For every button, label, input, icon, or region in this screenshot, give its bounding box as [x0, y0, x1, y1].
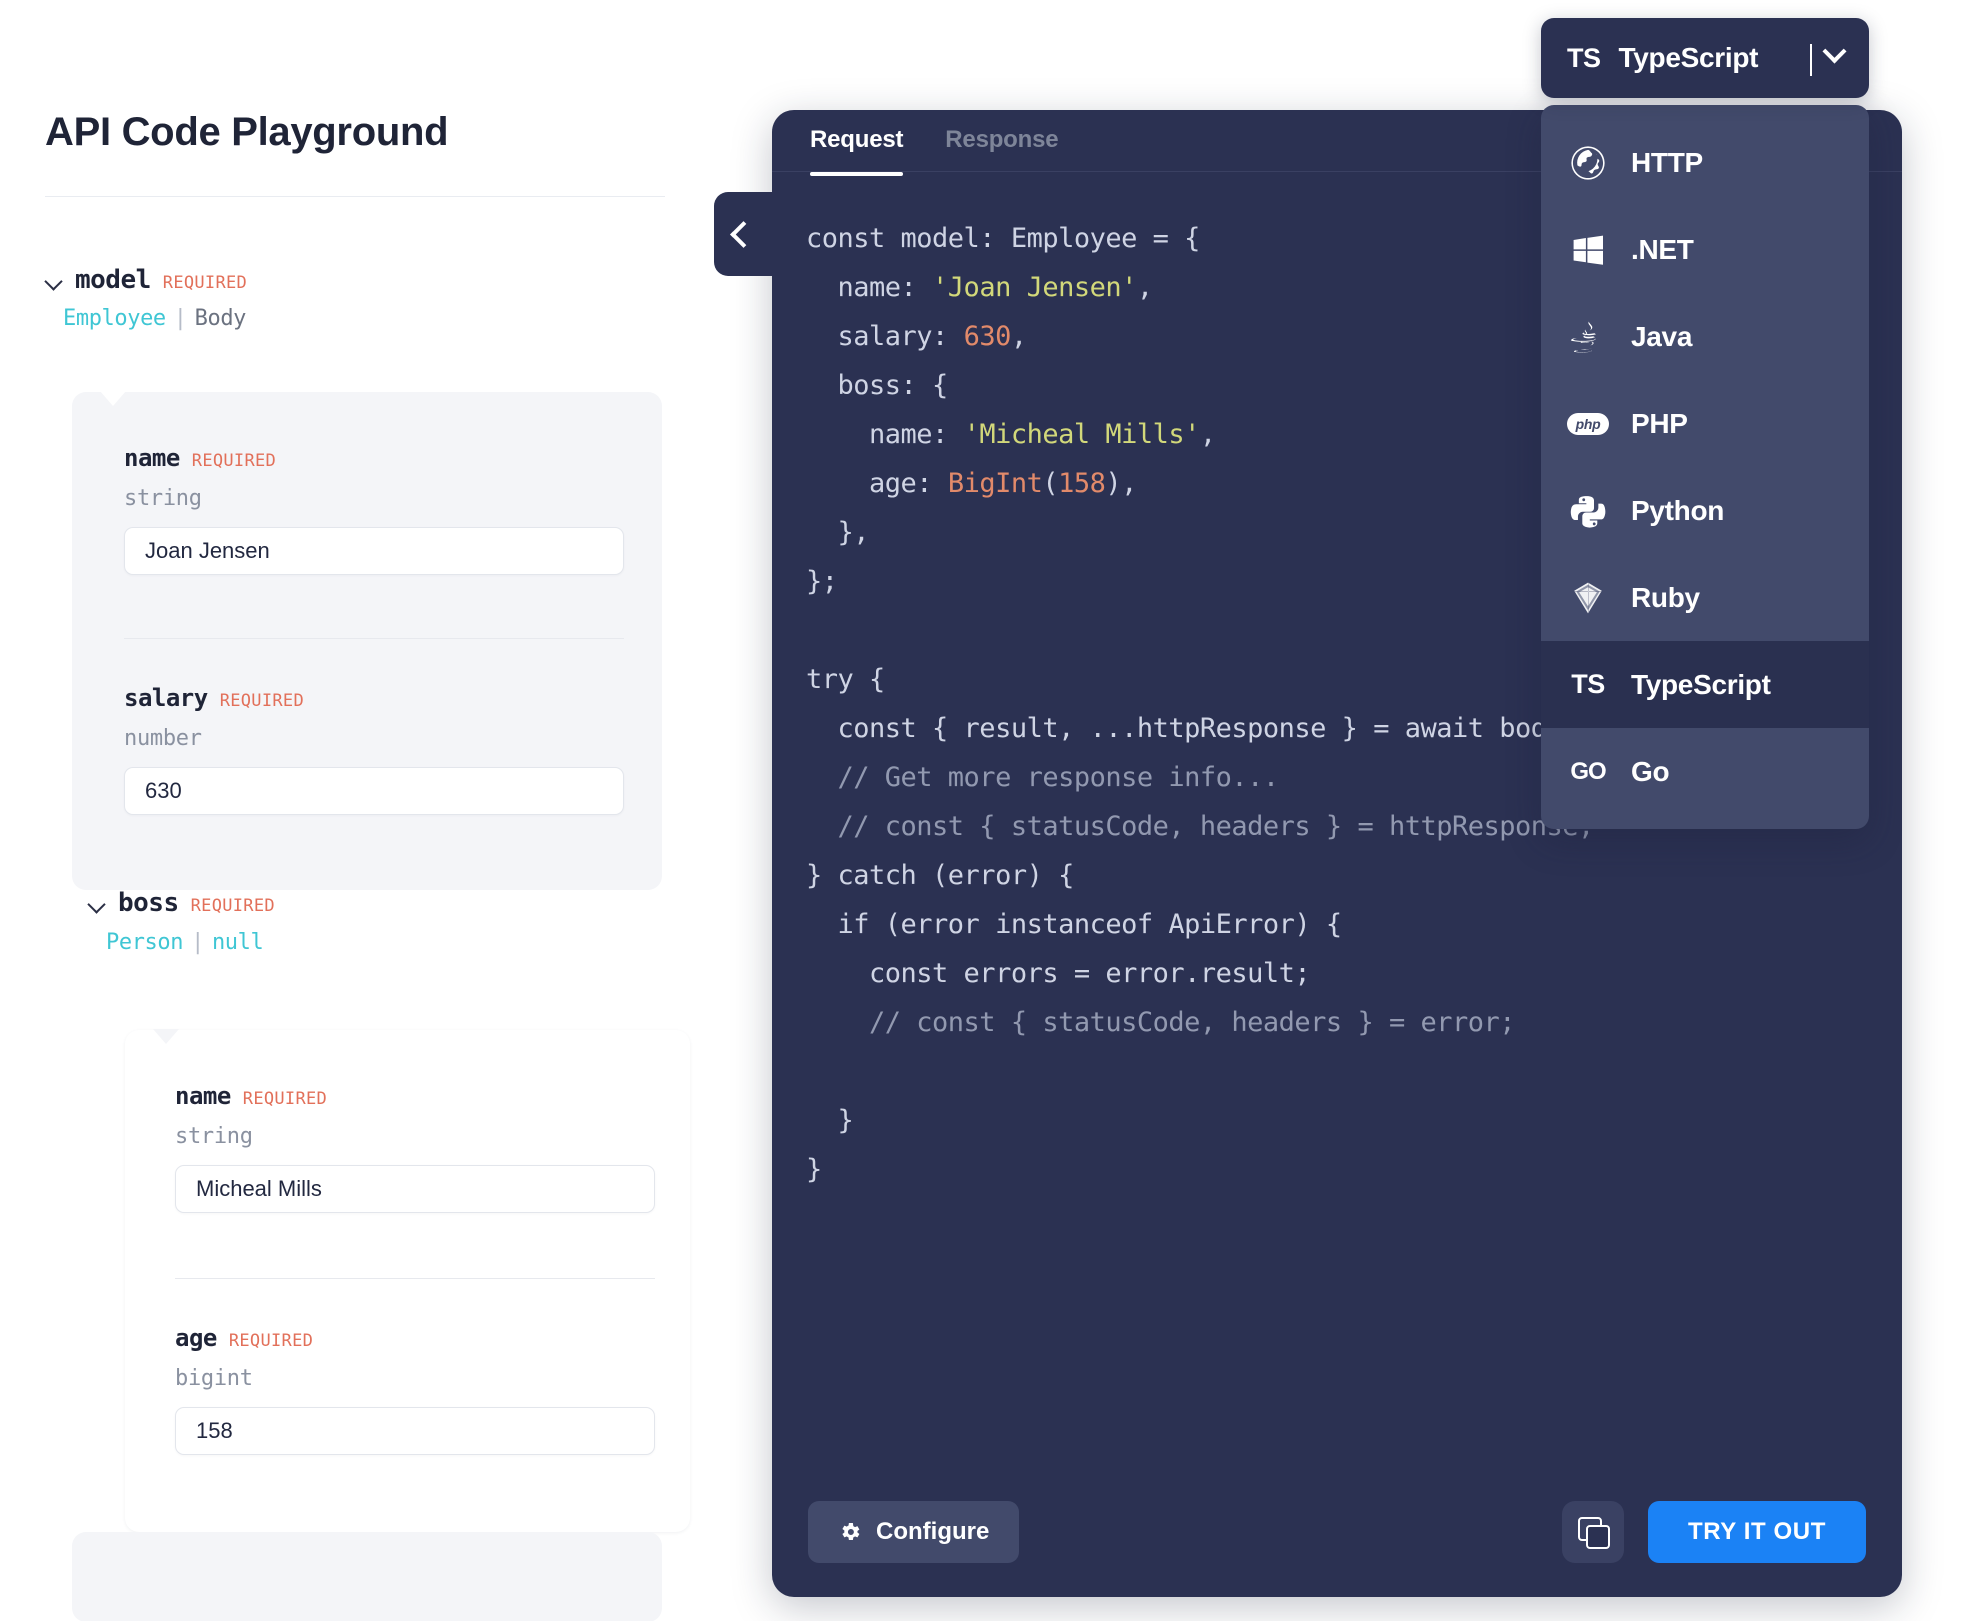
required-badge: REQUIRED	[162, 273, 248, 293]
code-line: const errors = error.result;	[806, 958, 1311, 989]
boss-type-line: Person | null	[106, 930, 264, 955]
playground-page: API Code Playground model REQUIRED Emplo…	[0, 0, 1983, 1621]
typescript-icon: TS	[1571, 669, 1605, 699]
code-panel-actions: Configure TRY IT OUT	[772, 1467, 1902, 1597]
field-name: name REQUIRED string Joan Jensen	[124, 444, 624, 575]
field-divider	[124, 638, 624, 639]
language-option-python[interactable]: Python	[1541, 467, 1869, 554]
field-label-salary: salary	[124, 684, 208, 712]
language-option-java[interactable]: Java	[1541, 293, 1869, 380]
code-line: }	[806, 1105, 854, 1136]
configure-button[interactable]: Configure	[808, 1501, 1020, 1563]
field-required-badge: REQUIRED	[219, 691, 304, 711]
boss-fields-card: name REQUIRED string Micheal Mills age R…	[125, 1029, 690, 1532]
collapse-panel-button[interactable]	[714, 192, 786, 276]
field-divider	[175, 1278, 655, 1279]
language-option-label: PHP	[1631, 407, 1688, 439]
field-required-badge: REQUIRED	[242, 1089, 328, 1109]
code-line: }	[806, 1154, 822, 1185]
typescript-icon: TS	[1567, 42, 1601, 73]
chevron-down-icon[interactable]	[1822, 38, 1847, 63]
type-link-person[interactable]: Person	[106, 930, 183, 955]
schema-row-model[interactable]: model REQUIRED	[45, 265, 247, 295]
employee-fields-card: name REQUIRED string Joan Jensen salary …	[72, 391, 662, 890]
tab-request[interactable]: Request	[810, 126, 904, 176]
input-employee-name[interactable]: Joan Jensen	[124, 527, 624, 575]
page-title: API Code Playground	[45, 110, 449, 154]
type-link-employee[interactable]: Employee	[63, 306, 166, 331]
language-option-label: HTTP	[1631, 146, 1703, 178]
language-option-label: .NET	[1631, 233, 1694, 265]
field-label-age: age	[175, 1324, 217, 1352]
java-icon	[1567, 316, 1609, 358]
field-type-name: string	[175, 1124, 253, 1149]
language-selector-value: TypeScript	[1619, 42, 1813, 76]
php-icon: php	[1567, 403, 1609, 445]
schema-panel: API Code Playground model REQUIRED Emplo…	[0, 0, 700, 1621]
language-option-typescript[interactable]: TS TypeScript	[1541, 641, 1869, 728]
language-option-label: TypeScript	[1631, 668, 1771, 700]
employee-card-footer	[72, 1532, 662, 1621]
card-notch	[100, 391, 126, 406]
field-boss-name: name REQUIRED string Micheal Mills	[175, 1082, 655, 1213]
code-line: } catch (error) {	[806, 860, 1074, 891]
go-icon: GO	[1570, 757, 1606, 785]
language-option-go[interactable]: GO Go	[1541, 728, 1869, 815]
type-separator: |	[173, 306, 187, 331]
python-icon	[1567, 490, 1609, 532]
right-actions: TRY IT OUT	[1562, 1501, 1866, 1563]
language-option-label: Go	[1631, 755, 1670, 787]
property-name: boss	[118, 888, 179, 918]
input-employee-salary[interactable]: 630	[124, 767, 624, 815]
language-option-label: Java	[1631, 320, 1693, 352]
field-type-age: bigint	[175, 1366, 253, 1391]
gear-icon	[842, 1523, 860, 1540]
try-it-out-button[interactable]: TRY IT OUT	[1648, 1501, 1866, 1563]
property-name: model	[75, 265, 151, 295]
input-boss-name[interactable]: Micheal Mills	[175, 1165, 655, 1213]
code-line: // const { statusCode, headers } = error…	[806, 1007, 1515, 1038]
language-dropdown-menu: HTTP .NET Java php PHP Python Ruby TS Ty…	[1541, 105, 1869, 829]
type-location: Body	[194, 306, 247, 331]
field-required-badge: REQUIRED	[228, 1331, 314, 1351]
language-option-label: Ruby	[1631, 581, 1700, 613]
model-type-line: Employee | Body	[63, 306, 246, 331]
input-boss-age[interactable]: 158	[175, 1407, 655, 1455]
type-null: null	[211, 930, 264, 955]
field-label-name: name	[175, 1082, 231, 1110]
field-type-name: string	[124, 486, 202, 511]
required-badge: REQUIRED	[190, 896, 275, 916]
language-option-dotnet[interactable]: .NET	[1541, 206, 1869, 293]
field-type-salary: number	[124, 726, 202, 751]
copy-icon	[1578, 1517, 1610, 1549]
configure-label: Configure	[876, 1518, 990, 1545]
field-boss-age: age REQUIRED bigint 158	[175, 1324, 655, 1455]
field-required-badge: REQUIRED	[191, 451, 277, 471]
language-option-ruby[interactable]: Ruby	[1541, 554, 1869, 641]
tab-response[interactable]: Response	[945, 126, 1058, 176]
type-separator: |	[191, 930, 204, 955]
windows-icon	[1567, 229, 1609, 271]
language-option-label: Python	[1631, 494, 1725, 526]
language-option-http[interactable]: HTTP	[1541, 119, 1869, 206]
schema-row-boss[interactable]: boss REQUIRED	[88, 888, 275, 918]
field-salary: salary REQUIRED number 630	[124, 684, 624, 815]
language-option-php[interactable]: php PHP	[1541, 380, 1869, 467]
language-selector-button[interactable]: TS TypeScript	[1541, 18, 1869, 98]
field-label-name: name	[124, 444, 180, 472]
copy-button[interactable]	[1562, 1501, 1624, 1563]
chevron-down-icon[interactable]	[45, 271, 63, 289]
card-notch	[153, 1029, 179, 1044]
code-line: if (error instanceof ApiError) {	[806, 909, 1343, 940]
chevron-down-icon[interactable]	[88, 894, 106, 912]
title-divider	[45, 196, 665, 197]
globe-icon	[1567, 142, 1609, 184]
ruby-icon	[1567, 577, 1609, 619]
